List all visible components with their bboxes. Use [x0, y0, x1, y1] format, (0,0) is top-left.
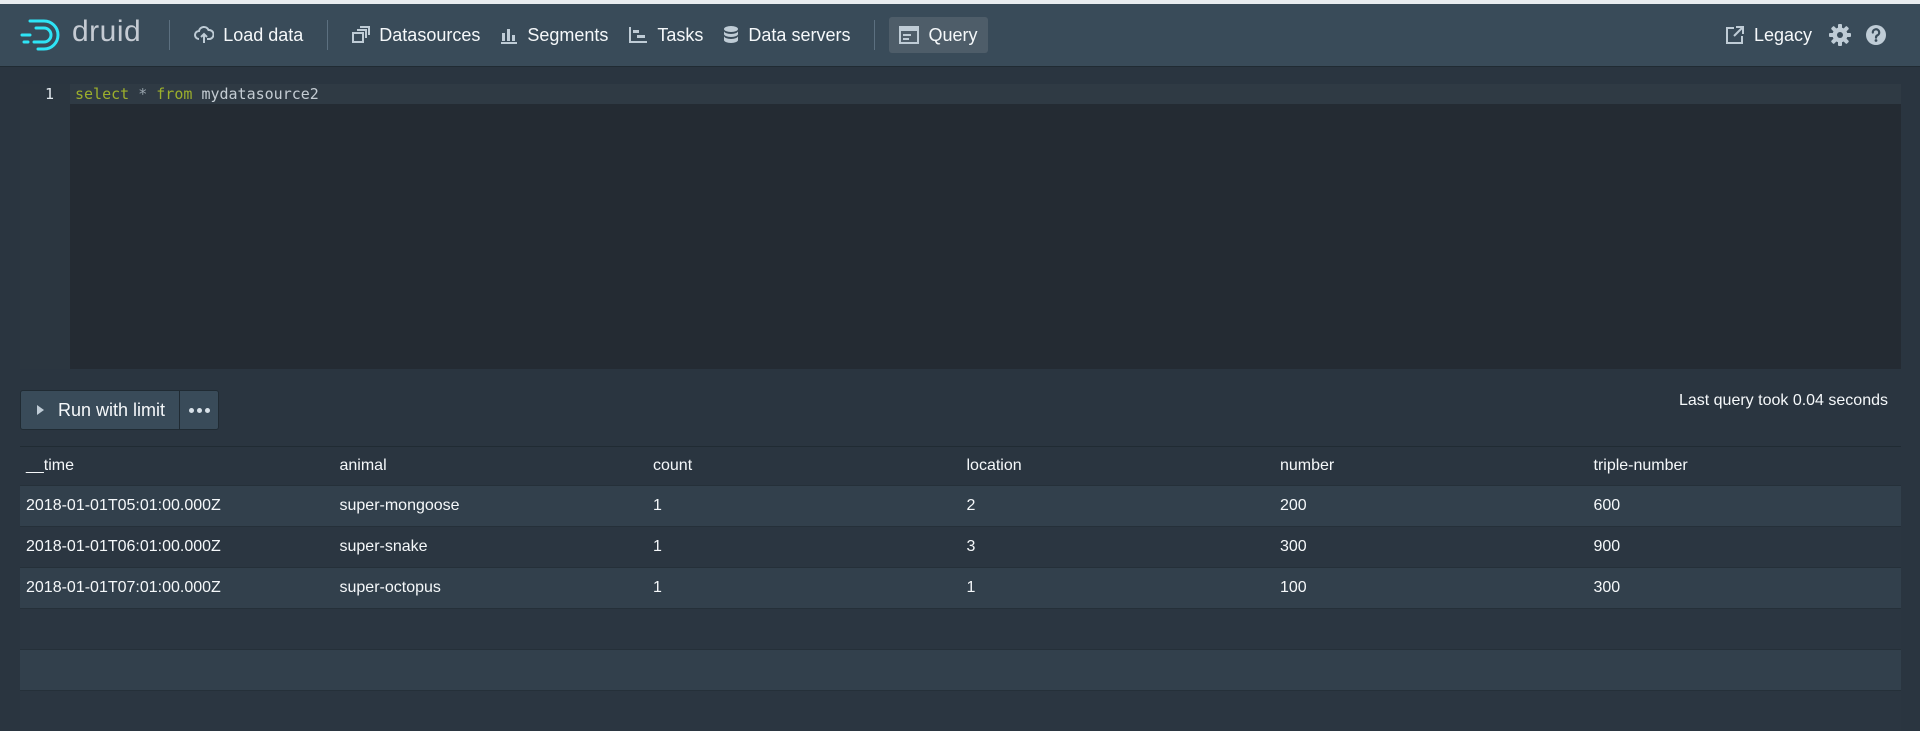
nav-segments[interactable]: Segments: [490, 17, 618, 53]
table-cell: 2018-01-01T05:01:00.000Z: [26, 497, 221, 514]
nav-load-data-label: Load data: [223, 24, 304, 45]
table-row-empty: [20, 608, 1901, 649]
druid-logo-icon: [20, 19, 60, 51]
sql-editor[interactable]: 1 select * from mydatasource2: [20, 84, 1901, 369]
multi-select-icon: [352, 26, 371, 43]
table-cell: 100: [1280, 579, 1307, 596]
column-header[interactable]: number: [1274, 457, 1588, 475]
table-cell: 600: [1593, 497, 1621, 514]
druid-logo[interactable]: druid: [20, 15, 142, 52]
table-cell: 1: [966, 579, 976, 596]
column-header[interactable]: triple-number: [1588, 457, 1902, 475]
more-icon: [187, 407, 211, 413]
table-row: 2018-01-01T05:01:00.000Z super-mongoose …: [20, 485, 1901, 526]
table-cell: 900: [1593, 538, 1621, 555]
nav-tasks-label: Tasks: [657, 24, 704, 45]
editor-gutter: 1: [20, 84, 70, 369]
results-table: __time animal count location number trip…: [20, 446, 1901, 731]
table-cell: super-mongoose: [339, 497, 460, 514]
table-cell: 200: [1280, 497, 1307, 514]
nav-data-servers[interactable]: Data servers: [713, 17, 860, 53]
column-header[interactable]: animal: [334, 457, 648, 475]
legacy-link[interactable]: Legacy: [1715, 17, 1822, 53]
legacy-label: Legacy: [1753, 24, 1812, 45]
stacked-chart-icon: [501, 29, 518, 44]
line-number: 1: [44, 85, 54, 103]
nav-divider: [327, 20, 329, 50]
application-icon: [899, 26, 920, 44]
nav-query[interactable]: Query: [889, 17, 988, 53]
play-icon: [37, 405, 44, 415]
run-button-group: Run with limit: [20, 390, 220, 430]
table-cell: super-snake: [339, 538, 428, 555]
active-line-highlight: [70, 84, 1901, 104]
column-header[interactable]: count: [647, 457, 961, 475]
database-icon: [724, 26, 739, 43]
top-navbar: druid Load data Datasources Segments Tas…: [0, 0, 1920, 66]
help-button[interactable]: [1858, 17, 1894, 53]
table-cell: 1: [653, 538, 662, 555]
keyword-from: from: [156, 85, 193, 103]
operator-star: *: [138, 85, 148, 103]
settings-button[interactable]: [1822, 17, 1858, 53]
nav-tasks[interactable]: Tasks: [618, 17, 713, 53]
table-row-empty: [20, 649, 1901, 690]
nav-query-label: Query: [928, 24, 978, 45]
run-label: Run with limit: [58, 399, 166, 420]
nav-data-servers-label: Data servers: [748, 24, 851, 45]
nav-segments-label: Segments: [527, 24, 609, 45]
table-cell: 300: [1593, 579, 1621, 596]
share-icon: [1725, 26, 1744, 44]
identifier-datasource: mydatasource2: [201, 85, 319, 103]
gantt-chart-icon: [629, 27, 648, 43]
table-cell: 1: [653, 497, 662, 514]
nav-divider: [169, 20, 171, 50]
table-cell: 2018-01-01T07:01:00.000Z: [26, 579, 221, 596]
nav-load-data[interactable]: Load data: [184, 17, 313, 53]
column-header[interactable]: location: [961, 457, 1275, 475]
cloud-upload-icon: [194, 25, 215, 43]
table-cell: 300: [1280, 538, 1307, 555]
table-cell: 2: [966, 497, 976, 514]
nav-divider: [874, 20, 876, 50]
cog-icon: [1829, 24, 1851, 46]
logo-text: druid: [72, 15, 142, 48]
query-time-status: Last query took 0.04 seconds: [1678, 392, 1888, 409]
more-options-button[interactable]: [179, 391, 218, 429]
table-cell: 2018-01-01T06:01:00.000Z: [26, 538, 221, 555]
column-header[interactable]: __time: [20, 457, 334, 475]
help-icon: [1866, 25, 1886, 45]
table-cell: 3: [966, 538, 976, 555]
table-cell: super-octopus: [339, 579, 441, 596]
table-cell: 1: [653, 579, 662, 596]
table-row-empty: [20, 690, 1901, 731]
table-row: 2018-01-01T07:01:00.000Z super-octopus 1…: [20, 567, 1901, 608]
table-row: 2018-01-01T06:01:00.000Z super-snake 1 3…: [20, 526, 1901, 567]
run-with-limit-button[interactable]: Run with limit: [21, 391, 179, 429]
table-header-row: __time animal count location number trip…: [20, 446, 1901, 485]
nav-datasources-label: Datasources: [379, 24, 481, 45]
keyword-select: select: [75, 85, 130, 103]
code-line[interactable]: select * from mydatasource2: [75, 84, 319, 104]
nav-datasources[interactable]: Datasources: [342, 17, 490, 53]
